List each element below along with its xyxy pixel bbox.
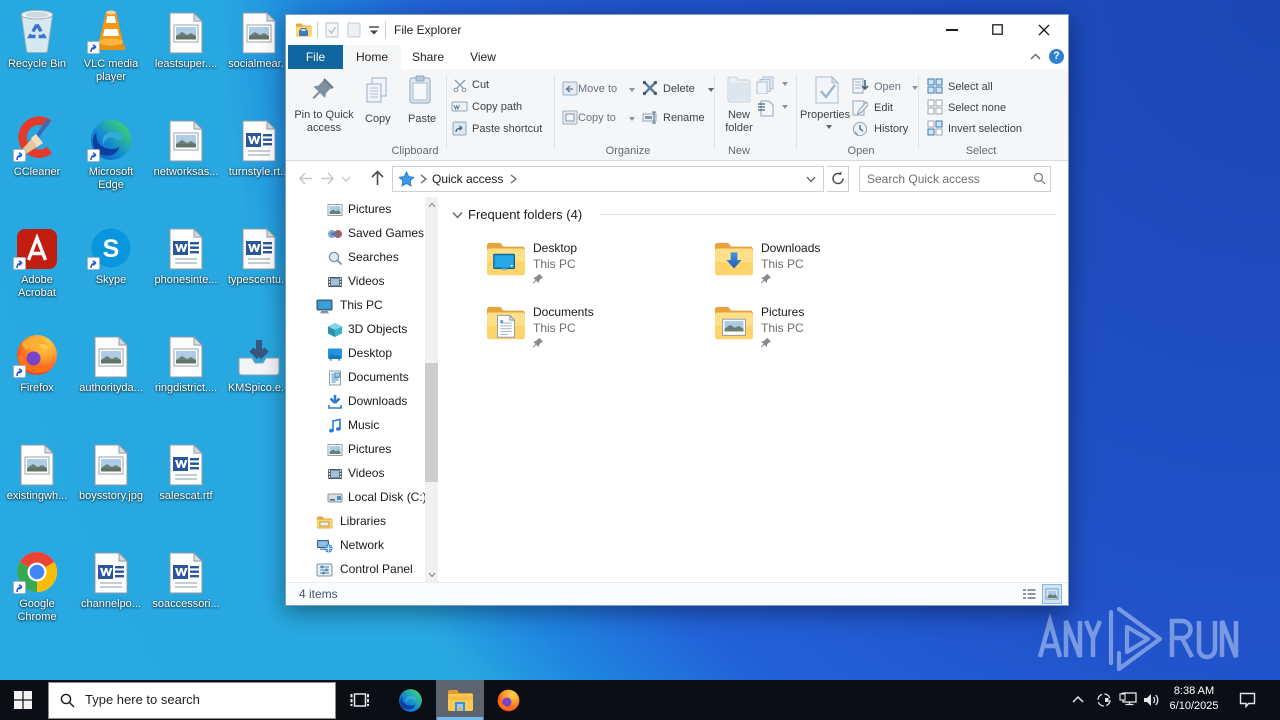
svg-text:S: S bbox=[103, 235, 120, 263]
